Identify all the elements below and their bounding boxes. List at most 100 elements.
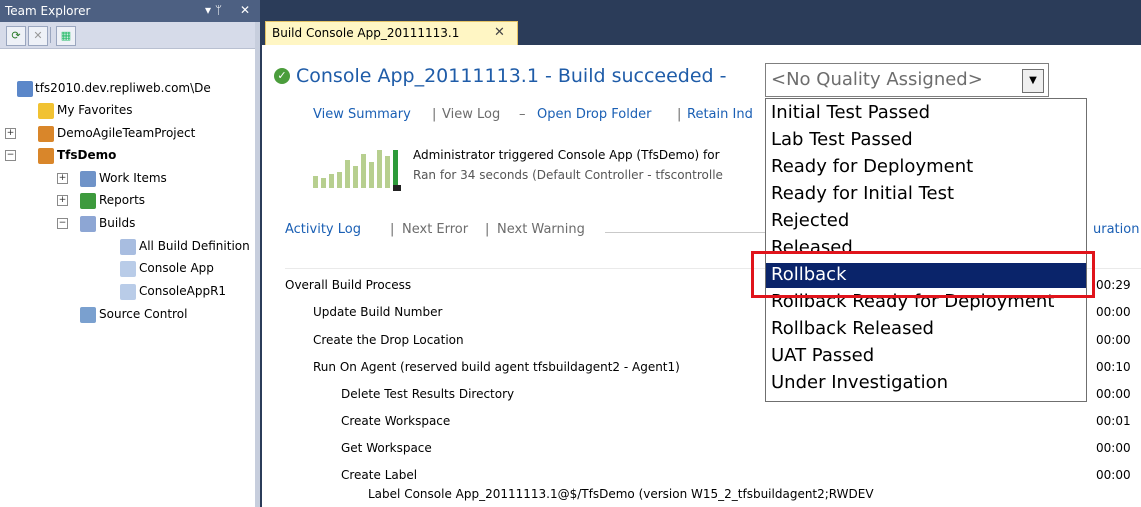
trigger-text: Administrator triggered Console App (Tfs… <box>413 148 720 162</box>
highlight-rectangle <box>751 251 1095 298</box>
open-drop-folder-link[interactable]: Open Drop Folder <box>537 107 651 122</box>
tree-all-build-definitions[interactable]: All Build Definition <box>0 237 255 257</box>
history-bar[interactable] <box>361 154 366 188</box>
ran-for-text: Ran for 34 seconds (Default Controller -… <box>413 168 723 182</box>
panel-splitter[interactable] <box>255 22 260 507</box>
tab-build-console-app[interactable]: Build Console App_20111113.1 ✕ <box>265 21 518 46</box>
expand-icon[interactable]: + <box>57 173 68 184</box>
tree-builds[interactable]: − Builds <box>0 214 255 234</box>
tree-tfsdemo[interactable]: − TfsDemo <box>0 146 255 166</box>
expand-icon[interactable]: + <box>57 195 68 206</box>
build-title: Console App_20111113.1 - Build succeeded… <box>296 65 727 87</box>
retain-indefinitely-link[interactable]: Retain Ind <box>687 107 753 122</box>
build-history-bars[interactable] <box>313 144 398 188</box>
source-control-label: Source Control <box>99 307 188 321</box>
activity-row[interactable]: Create Workspace 00:01 <box>285 408 1141 435</box>
build-succeeded-icon: ✓ <box>274 68 290 84</box>
quality-option[interactable]: Ready for Deployment <box>766 155 1086 180</box>
quality-option-label: Initial Test Passed <box>771 102 931 123</box>
build-definition-icon <box>120 284 136 300</box>
activity-separator: | <box>390 222 395 237</box>
tree-demo-agile[interactable]: + DemoAgileTeamProject <box>0 124 255 144</box>
activity-name: Label Console App_20111113.1@$/TfsDemo (… <box>368 487 874 501</box>
connect-project-icon[interactable]: ▦ <box>56 26 76 46</box>
history-bar[interactable] <box>329 174 334 188</box>
links-dash: – <box>519 107 526 122</box>
console-app-label: Console App <box>139 261 214 275</box>
tree-work-items[interactable]: + Work Items <box>0 169 255 189</box>
quality-option-label: Rollback Released <box>771 318 934 339</box>
activity-divider <box>605 232 765 233</box>
history-bar[interactable] <box>377 150 382 188</box>
history-bar[interactable] <box>345 160 350 188</box>
work-items-label: Work Items <box>99 171 167 185</box>
history-bar[interactable] <box>337 172 342 188</box>
team-project-icon <box>38 148 54 164</box>
view-summary-link[interactable]: View Summary <box>313 107 411 122</box>
quality-option-label: Ready for Initial Test <box>771 183 955 204</box>
history-bar[interactable] <box>385 156 390 188</box>
dropdown-arrow-icon[interactable]: ▼ <box>1022 69 1044 93</box>
build-quality-combobox[interactable]: <No Quality Assigned> <box>765 63 1049 97</box>
activity-name: Create Label <box>341 468 418 482</box>
activity-name: Create Workspace <box>341 414 451 428</box>
activity-log-link[interactable]: Activity Log <box>285 222 361 237</box>
star-icon <box>38 103 54 119</box>
activity-row[interactable]: Label Console App_20111113.1@$/TfsDemo (… <box>285 483 1141 505</box>
links-separator: | <box>677 107 682 122</box>
activity-duration: 00:29 <box>1096 278 1131 292</box>
build-quality-dropdown-list: Initial Test Passed Lab Test Passed Ready … <box>765 98 1087 402</box>
stop-icon[interactable]: ✕ <box>28 26 48 46</box>
quality-option[interactable]: Rejected <box>766 209 1086 234</box>
tree-source-control[interactable]: Source Control <box>0 305 255 325</box>
expand-icon[interactable]: + <box>5 128 16 139</box>
activity-name: Create the Drop Location <box>313 333 464 347</box>
view-log-link[interactable]: View Log <box>442 107 500 122</box>
tree-reports[interactable]: + Reports <box>0 191 255 211</box>
next-warning-link[interactable]: Next Warning <box>497 222 585 237</box>
activity-duration: 00:00 <box>1096 468 1131 482</box>
activity-name: Overall Build Process <box>285 278 412 292</box>
reports-label: Reports <box>99 193 146 207</box>
activity-duration: 00:00 <box>1096 441 1131 455</box>
team-explorer-toolbar: ⟳ ✕ ▦ <box>0 22 260 49</box>
quality-option[interactable]: Lab Test Passed <box>766 128 1086 153</box>
history-bar[interactable] <box>369 162 374 188</box>
tab-title: Build Console App_20111113.1 <box>272 26 460 40</box>
refresh-icon[interactable]: ⟳ <box>6 26 26 46</box>
collapse-icon[interactable]: − <box>57 218 68 229</box>
all-build-definitions-label: All Build Definition <box>139 239 250 253</box>
activity-row[interactable]: Get Workspace 00:00 <box>285 435 1141 462</box>
tfsdemo-label: TfsDemo <box>57 148 117 162</box>
quality-option[interactable]: Rollback Released <box>766 317 1086 342</box>
builds-label: Builds <box>99 216 136 230</box>
tree-my-favorites[interactable]: My Favorites <box>0 101 255 121</box>
pin-icon[interactable]: ▾ ᛘ <box>205 3 222 17</box>
quality-option[interactable]: Initial Test Passed <box>766 101 1086 126</box>
history-bar[interactable] <box>353 166 358 188</box>
history-bar[interactable] <box>313 176 318 188</box>
quality-option[interactable]: UAT Passed <box>766 344 1086 369</box>
tree-console-app[interactable]: Console App <box>0 259 255 279</box>
my-favorites-label: My Favorites <box>57 103 133 117</box>
server-icon <box>17 81 33 97</box>
close-panel-icon[interactable]: ✕ <box>240 3 250 17</box>
quality-option-label: Ready for Deployment <box>771 156 974 177</box>
duration-header[interactable]: uration <box>1093 222 1139 237</box>
history-bar[interactable] <box>321 178 326 188</box>
activity-duration: 00:10 <box>1096 360 1131 374</box>
team-explorer-titlebar: Team Explorer ▾ ᛘ ✕ <box>0 0 260 22</box>
reports-icon <box>80 193 96 209</box>
next-error-link[interactable]: Next Error <box>402 222 468 237</box>
tree-console-app-r1[interactable]: ConsoleAppR1 <box>0 282 255 302</box>
collapse-icon[interactable]: − <box>5 150 16 161</box>
tree-server[interactable]: tfs2010.dev.repliweb.com\De <box>0 79 255 99</box>
history-bar-current[interactable] <box>393 150 398 188</box>
activity-duration: 00:00 <box>1096 305 1131 319</box>
quality-option[interactable]: Ready for Initial Test <box>766 182 1086 207</box>
console-app-r1-label: ConsoleAppR1 <box>139 284 227 298</box>
close-tab-icon[interactable]: ✕ <box>494 25 505 40</box>
quality-option[interactable]: Under Investigation <box>766 371 1086 396</box>
server-label: tfs2010.dev.repliweb.com\De <box>35 81 211 95</box>
team-project-icon <box>38 126 54 142</box>
